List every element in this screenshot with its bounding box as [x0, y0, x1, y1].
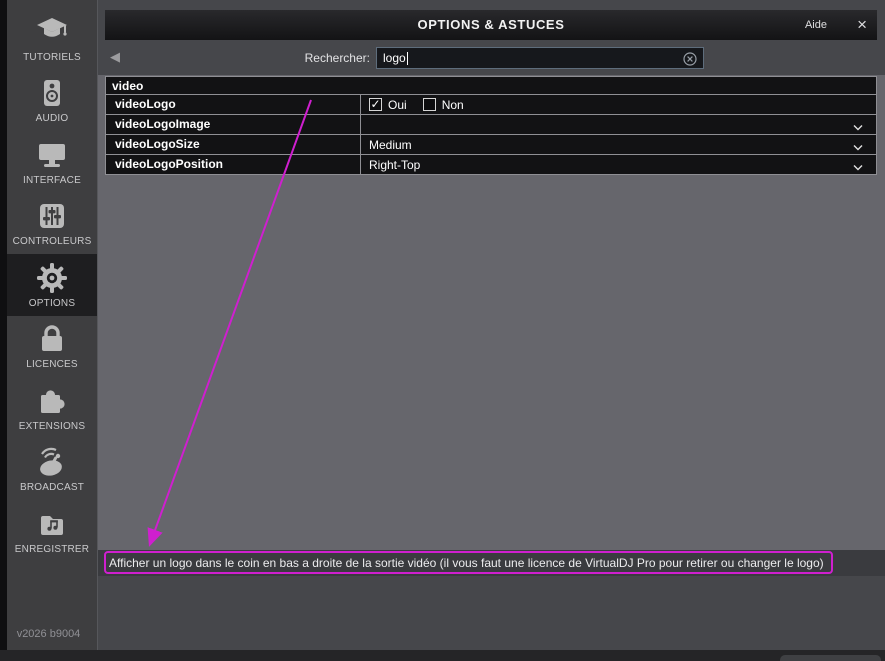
sidebar-item-label: AUDIO — [36, 113, 69, 124]
checkbox-oui-label: Oui — [388, 98, 407, 112]
speaker-icon — [35, 76, 69, 110]
back-button[interactable]: ◀ — [110, 49, 120, 65]
help-button[interactable]: Aide — [805, 10, 827, 40]
clear-search-icon[interactable] — [683, 52, 697, 66]
close-button[interactable]: × — [857, 10, 867, 39]
sidebar-item-label: INTERFACE — [23, 175, 81, 186]
setting-row-videologosize: videoLogoSize Medium — [105, 135, 877, 155]
setting-value: ✓ Oui Non — [361, 95, 876, 114]
search-input[interactable]: logo — [376, 47, 704, 69]
sidebar-item-label: CONTROLEURS — [13, 236, 92, 247]
sidebar-item-enregistrer[interactable]: ENREGISTRER — [7, 500, 97, 562]
sidebar-item-audio[interactable]: AUDIO — [7, 70, 97, 132]
sidebar-item-label: BROADCAST — [20, 482, 84, 493]
setting-name: videoLogoPosition — [106, 155, 361, 174]
dropdown-value: Medium — [369, 138, 412, 152]
setting-dropdown[interactable] — [361, 115, 876, 134]
padlock-icon — [35, 322, 69, 356]
options-window: TUTORIELS AUDIO INTERFACE — [0, 0, 885, 661]
settings-table: video videoLogo ✓ Oui Non videoLogoImage… — [105, 76, 877, 175]
text-caret — [407, 52, 408, 65]
sidebar-item-label: LICENCES — [26, 359, 78, 370]
sidebar-item-extensions[interactable]: EXTENSIONS — [7, 377, 97, 439]
sidebar-item-licences[interactable]: LICENCES — [7, 316, 97, 378]
setting-row-videologo: videoLogo ✓ Oui Non — [105, 95, 877, 115]
sidebar-item-interface[interactable]: INTERFACE — [7, 131, 97, 193]
sidebar-item-controleurs[interactable]: CONTROLEURS — [7, 193, 97, 255]
sidebar-items: TUTORIELS AUDIO INTERFACE — [7, 8, 97, 562]
setting-name: videoLogoImage — [106, 115, 361, 134]
setting-row-videologoimage: videoLogoImage — [105, 115, 877, 135]
gear-icon — [35, 261, 69, 295]
checkbox-oui[interactable]: ✓ — [369, 98, 382, 111]
setting-row-videologoposition: videoLogoPosition Right-Top — [105, 155, 877, 175]
version-label: v2026 b9004 — [0, 628, 97, 640]
sidebar-edge — [0, 0, 7, 650]
background-window-fragment — [780, 655, 881, 661]
checkbox-non[interactable] — [423, 98, 436, 111]
setting-dropdown[interactable]: Right-Top — [361, 155, 876, 174]
sidebar-item-label: ENREGISTRER — [15, 544, 89, 555]
setting-description-box: Afficher un logo dans le coin en bas a d… — [104, 551, 833, 574]
monitor-icon — [35, 138, 69, 172]
section-header-video: video — [105, 76, 877, 95]
mixer-icon — [35, 199, 69, 233]
check-icon: ✓ — [370, 99, 380, 110]
lower-margin — [98, 576, 885, 650]
sidebar: TUTORIELS AUDIO INTERFACE — [0, 0, 98, 650]
chevron-down-icon[interactable] — [852, 121, 864, 135]
title-bar: OPTIONS & ASTUCES Aide × — [105, 10, 877, 40]
puzzle-icon — [35, 384, 69, 418]
search-label: Rechercher: — [250, 51, 370, 65]
setting-description-text: Afficher un logo dans le coin en bas a d… — [106, 556, 824, 570]
window-bottom-edge — [0, 650, 885, 661]
sidebar-item-broadcast[interactable]: BROADCAST — [7, 439, 97, 501]
chevron-down-icon[interactable] — [852, 141, 864, 155]
page-title: OPTIONS & ASTUCES — [105, 10, 877, 40]
setting-name: videoLogo — [106, 95, 361, 114]
sidebar-item-label: OPTIONS — [29, 298, 75, 309]
search-value: logo — [383, 51, 406, 65]
dropdown-value: Right-Top — [369, 158, 420, 172]
sidebar-item-tutoriels[interactable]: TUTORIELS — [7, 8, 97, 70]
graduation-cap-icon — [35, 15, 69, 49]
chevron-down-icon[interactable] — [852, 161, 864, 175]
sidebar-item-label: EXTENSIONS — [19, 421, 85, 432]
setting-name: videoLogoSize — [106, 135, 361, 154]
sidebar-item-label: TUTORIELS — [23, 52, 81, 63]
sidebar-item-options[interactable]: OPTIONS — [7, 254, 97, 316]
checkbox-non-label: Non — [442, 98, 464, 112]
satellite-icon — [35, 445, 69, 479]
setting-dropdown[interactable]: Medium — [361, 135, 876, 154]
music-folder-icon — [35, 507, 69, 541]
